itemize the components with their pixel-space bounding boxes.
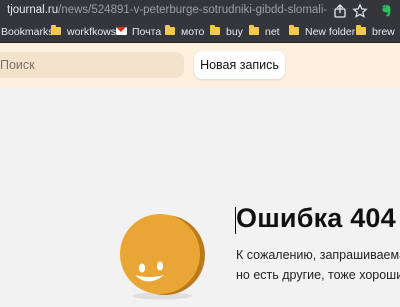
folder-icon — [289, 25, 299, 35]
error-title: Ошибка 404 — [236, 203, 396, 233]
url-host: tjournal.ru — [7, 4, 59, 16]
evernote-extension-icon[interactable] — [378, 3, 394, 19]
bookmark-label: workfkows — [67, 26, 117, 38]
share-icon[interactable] — [332, 3, 348, 19]
bookmark-bookmarks[interactable]: Bookmarks — [1, 25, 54, 39]
bookmark-pochta[interactable]: Почта — [116, 25, 161, 39]
bookmark-label: Почта — [132, 26, 162, 38]
bookmark-buy[interactable]: buy — [210, 25, 243, 39]
bookmark-label: net — [265, 26, 280, 38]
bookmark-net[interactable]: net — [249, 25, 280, 39]
new-post-button[interactable]: Новая запись — [194, 51, 285, 79]
url-field[interactable]: tjournal.ru/news/524891-v-peterburge-sot… — [7, 4, 327, 16]
error-message-line-1: К сожалению, запрашиваемая — [236, 248, 400, 262]
folder-icon — [249, 25, 259, 35]
bookmark-workfkows[interactable]: workfkows — [51, 25, 116, 39]
bookmark-brew[interactable]: brew — [356, 25, 395, 39]
bookmark-moto[interactable]: мото — [165, 25, 204, 39]
bookmark-label: brew — [372, 26, 395, 38]
folder-icon — [356, 25, 366, 35]
url-path: /news/524891-v-peterburge-sotrudniki-gib… — [58, 4, 327, 16]
error-message-line-2: но есть другие, тоже хорошие — [236, 268, 400, 282]
folder-icon — [165, 25, 175, 35]
folder-icon — [210, 25, 220, 35]
site-header: Новая запись — [0, 43, 400, 88]
bookmarks-bar: Bookmarks workfkows Почта мото buy net N… — [0, 22, 400, 43]
folder-icon — [51, 25, 61, 35]
smiley-mascot-icon — [120, 214, 205, 300]
browser-address-bar: tjournal.ru/news/524891-v-peterburge-sot… — [0, 0, 400, 22]
mail-icon — [116, 27, 127, 35]
bookmark-new-folder[interactable]: New folder — [289, 25, 355, 39]
bookmark-label: мото — [181, 26, 205, 38]
bookmark-label: Bookmarks — [1, 26, 54, 38]
bookmark-star-icon[interactable] — [352, 3, 368, 19]
search-input[interactable] — [0, 52, 184, 78]
bookmark-label: buy — [226, 26, 243, 38]
bookmark-label: New folder — [305, 26, 356, 38]
